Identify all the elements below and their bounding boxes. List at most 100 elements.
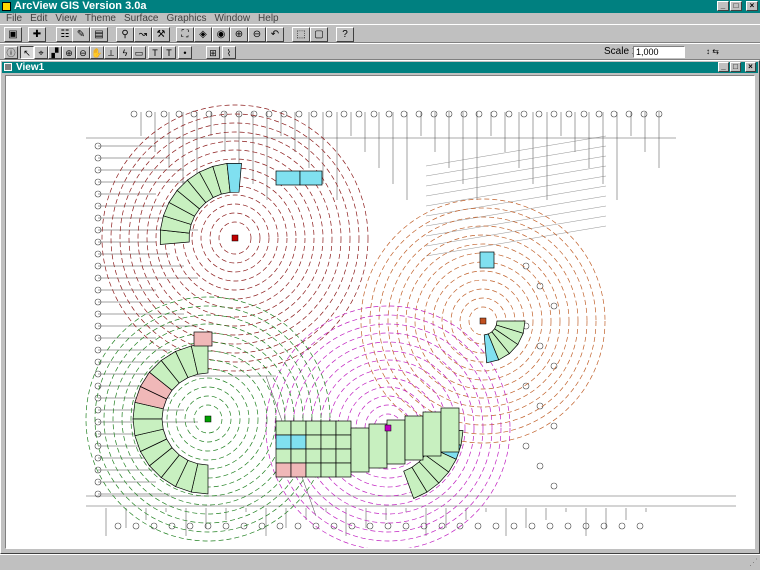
window-controls: _ □ × (717, 1, 758, 11)
orange-center-marker (479, 317, 487, 325)
plus-icon: ✚ (32, 28, 42, 40)
floppy-icon: ▣ (8, 28, 18, 40)
menu-edit[interactable]: Edit (26, 13, 51, 24)
button-bar: ▣ ✚ ☷ ✎ ▤ ⚲ ↝ ⚒ ⛶ ◈ ◉ ⊕ ⊖ ↶ ⬚ ▢? (0, 24, 760, 43)
pointer-tool[interactable]: ↖ (20, 46, 34, 59)
maximize-button[interactable]: □ (730, 1, 742, 11)
find-button[interactable]: ⚲ (116, 27, 134, 42)
locate-icon: ↝ (138, 28, 148, 40)
map-drawing (85, 104, 736, 548)
vertex-edit-tool[interactable]: ⌖ (34, 46, 48, 59)
contour-tool[interactable]: ⌇ (222, 46, 236, 59)
snap-tool[interactable]: ⊞ (206, 46, 220, 59)
zoom-out-icon: ⊖ (252, 28, 262, 40)
view-close-button[interactable]: × (745, 62, 756, 72)
hammer-icon: ⚒ (156, 28, 166, 40)
help-icon: ? (342, 28, 348, 40)
zoom-in-tool[interactable]: ⊕ (62, 46, 76, 59)
app-title: ArcView GIS Version 3.0a (14, 0, 147, 12)
zoom-previous-icon: ↶ (270, 28, 280, 40)
contour-icon: ⌇ (226, 47, 232, 58)
hot-link-tool[interactable]: ϟ (118, 46, 132, 59)
vertex-icon: ⌖ (38, 47, 44, 58)
central-building (193, 170, 495, 478)
menu-theme[interactable]: Theme (81, 13, 120, 24)
label-tool[interactable]: T (148, 46, 162, 59)
zoom-previous-button[interactable]: ↶ (266, 27, 284, 42)
menu-surface[interactable]: Surface (120, 13, 162, 24)
lightning-icon: ϟ (122, 47, 128, 58)
select-icon: ▞ (51, 47, 59, 58)
arrow-icon: ↖ (23, 47, 31, 58)
pan-tool[interactable]: ✋ (90, 46, 104, 59)
zoom-in-icon: ⊕ (234, 28, 244, 40)
menu-file[interactable]: File (2, 13, 26, 24)
close-button[interactable]: × (746, 1, 758, 11)
zoom-full-extent-button[interactable]: ⛶ (176, 27, 194, 42)
select-features-icon: ⬚ (296, 28, 306, 40)
select-feature-tool[interactable]: ▞ (48, 46, 62, 59)
clear-selection-button[interactable]: ▢ (310, 27, 328, 42)
zoom-active-themes-button[interactable]: ◈ (194, 27, 212, 42)
clear-selection-icon: ▢ (314, 28, 324, 40)
area-of-interest-tool[interactable]: ▭ (132, 46, 146, 59)
table-icon: ▤ (94, 28, 104, 40)
ruler-icon: ⟂ (107, 47, 114, 58)
add-theme-button[interactable]: ✚ (28, 27, 46, 42)
magenta-center-marker (384, 424, 392, 432)
draw-point-tool[interactable]: • (178, 46, 192, 59)
locate-address-button[interactable]: ↝ (134, 27, 152, 42)
magnifier-minus-icon: ⊖ (79, 47, 87, 58)
open-table-button[interactable]: ▤ (90, 27, 108, 42)
view-window-controls: _ □ × (718, 62, 756, 72)
menu-window[interactable]: Window (210, 13, 254, 24)
legend-icon: ✎ (76, 28, 86, 40)
identify-tool[interactable]: ⓘ (4, 46, 18, 59)
select-features-button[interactable]: ⬚ (292, 27, 310, 42)
zoom-out-tool[interactable]: ⊖ (76, 46, 90, 59)
map-canvas[interactable] (5, 75, 755, 549)
menu-view[interactable]: View (51, 13, 81, 24)
resize-grip-icon[interactable]: ⋰ (746, 556, 758, 568)
red-center-marker (231, 234, 239, 242)
measure-tool[interactable]: ⟂ (104, 46, 118, 59)
edit-legend-button[interactable]: ✎ (72, 27, 90, 42)
text-icon: T (166, 47, 172, 58)
minimize-button[interactable]: _ (717, 1, 729, 11)
zoom-in-button[interactable]: ⊕ (230, 27, 248, 42)
zoom-active-icon: ◈ (199, 28, 207, 40)
view-window: View1 _ □ × (0, 60, 760, 554)
label-icon: T (152, 47, 158, 58)
zoom-selected-icon: ◉ (216, 28, 226, 40)
zoom-out-button[interactable]: ⊖ (248, 27, 266, 42)
snap-icon: ⊞ (209, 47, 217, 58)
view-titlebar[interactable]: View1 _ □ × (2, 62, 758, 73)
menu-help[interactable]: Help (254, 13, 283, 24)
view-minimize-button[interactable]: _ (718, 62, 729, 72)
rectangle-icon: ▭ (134, 47, 144, 58)
coordinate-readout: ↕ ⇆ (706, 47, 719, 56)
text-tool[interactable]: T (162, 46, 176, 59)
view-title: View1 (16, 62, 45, 73)
status-bar: ⋰ (0, 554, 760, 570)
view-maximize-button[interactable]: □ (730, 62, 741, 72)
menu-bar: File Edit View Theme Surface Graphics Wi… (0, 13, 760, 24)
query-builder-button[interactable]: ⚒ (152, 27, 170, 42)
full-extent-icon: ⛶ (181, 28, 189, 40)
menu-graphics[interactable]: Graphics (162, 13, 210, 24)
arcview-logo-icon (2, 2, 11, 11)
help-button[interactable]: ? (336, 27, 354, 42)
green-center-marker (204, 415, 212, 423)
tool-bar: Scale 1: ↕ ⇆ ⓘ↖⌖▞⊕⊖✋⟂ϟ▭TT•⊞⌇ (0, 43, 760, 60)
app-titlebar: ArcView GIS Version 3.0a _ □ × (0, 0, 760, 13)
zoom-selected-button[interactable]: ◉ (212, 27, 230, 42)
scale-input[interactable] (633, 46, 685, 58)
binoculars-icon: ⚲ (121, 28, 129, 40)
point-icon: • (183, 47, 187, 58)
save-project-button[interactable]: ▣ (4, 27, 22, 42)
magnifier-plus-icon: ⊕ (65, 47, 73, 58)
hand-icon: ✋ (91, 47, 103, 58)
view-document-icon (4, 63, 12, 71)
info-icon: ⓘ (6, 47, 16, 58)
properties-icon: ☷ (60, 28, 70, 40)
